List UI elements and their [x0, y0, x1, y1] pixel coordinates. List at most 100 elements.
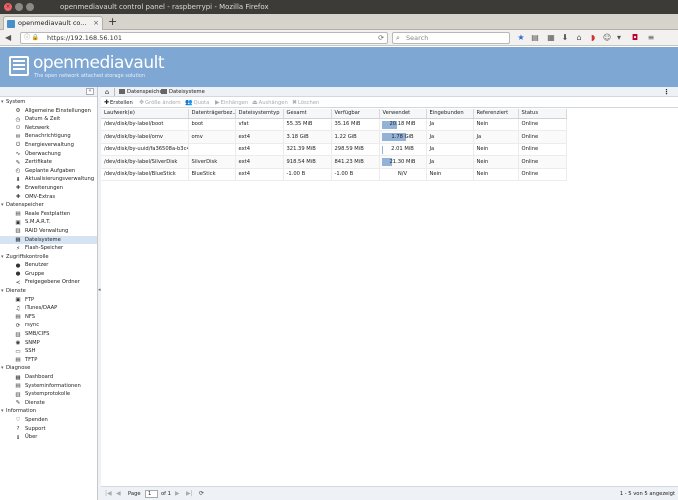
- download-icon[interactable]: ⬇: [560, 33, 570, 43]
- extension-icon[interactable]: ▾: [614, 33, 624, 43]
- column-header[interactable]: Eingebunden: [426, 109, 474, 119]
- sidebar-item-allgemeine-einstellungen[interactable]: ⚙ Allgemeine Einstellungen: [0, 107, 97, 116]
- sidebar-item-benutzer[interactable]: ● Benutzer: [0, 261, 97, 270]
- sidebar-section-information[interactable]: Information: [0, 407, 97, 416]
- sidebar-item-dashboard[interactable]: ▦ Dashboard: [0, 373, 97, 382]
- sidebar-section-datenspeicher[interactable]: Datenspeicher: [0, 201, 97, 210]
- resize-button[interactable]: ✥Größe ändern: [139, 97, 181, 109]
- search-input[interactable]: ⌕ Search: [392, 32, 510, 44]
- sidebar-item-smb-cifs[interactable]: ▥ SMB/CIFS: [0, 330, 97, 339]
- sidebar-item-icon: ▤: [15, 383, 21, 390]
- site-info-icon[interactable]: ⓘ 🔒: [24, 33, 39, 43]
- sidebar-item-benachrichtigung[interactable]: ✉ Benachrichtigung: [0, 132, 97, 141]
- sidebar-item-netzwerk[interactable]: ⚇ Netzwerk: [0, 124, 97, 133]
- sidebar-item-nfs[interactable]: ▤ NFS: [0, 313, 97, 322]
- last-page-icon[interactable]: ▶|: [186, 487, 193, 500]
- menu-hamburger-icon[interactable]: ≡: [646, 33, 656, 43]
- sidebar-item-tftp[interactable]: ▤ TFTP: [0, 356, 97, 365]
- sidebar-item-spenden[interactable]: ♡ Spenden: [0, 416, 97, 425]
- sidebar-item-itunes-daap[interactable]: ♫ iTunes/DAAP: [0, 304, 97, 313]
- page-input[interactable]: 1: [145, 490, 158, 498]
- next-page-icon[interactable]: ▶: [175, 487, 180, 500]
- create-button[interactable]: ✚Erstellen: [104, 97, 133, 109]
- sidebar-item-flash-speicher[interactable]: ⚡ Flash-Speicher: [0, 244, 97, 253]
- sidebar-item-geplante-aufgaben[interactable]: ◴ Geplante Aufgaben: [0, 167, 97, 176]
- sidebar-item-dienste[interactable]: ✎ Dienste: [0, 399, 97, 408]
- sidebar-item-berwachung[interactable]: ∿ Überwachung: [0, 150, 97, 159]
- table-row[interactable]: /dev/disk/by-label/omv omv ext4 3.18 GiB 1.2…: [101, 130, 567, 144]
- column-header[interactable]: Referenziert: [473, 109, 519, 119]
- sidebar-item-ftp[interactable]: ▣ FTP: [0, 296, 97, 305]
- browser-tab[interactable]: openmediavault co... ×: [3, 16, 103, 30]
- window-maximize-button[interactable]: [26, 3, 34, 11]
- home-icon[interactable]: ⌂: [105, 87, 109, 97]
- breadcrumb-separator: [114, 88, 115, 96]
- table-row[interactable]: /dev/disk/by-uuid/fa36508a-b3c4... ext4 32…: [101, 143, 567, 156]
- refresh-icon[interactable]: ⟳: [199, 487, 204, 500]
- addon-shield-icon[interactable]: ◘: [630, 33, 640, 43]
- used-value: 1.78 GiB: [391, 133, 414, 140]
- table-row[interactable]: /dev/disk/by-label/SilverDisk SilverDisk e…: [101, 155, 567, 169]
- home-icon[interactable]: ⌂: [574, 33, 584, 43]
- sidebar-item-ber[interactable]: ℹ Über: [0, 433, 97, 442]
- first-page-icon[interactable]: |◀: [105, 487, 112, 500]
- bookmark-star-icon[interactable]: ★: [516, 33, 526, 43]
- sidebar-item-snmp[interactable]: ◉ SNMP: [0, 339, 97, 348]
- reload-icon[interactable]: ⟳: [378, 33, 384, 43]
- window-minimize-button[interactable]: [15, 3, 23, 11]
- cell-mounted: Ja: [426, 143, 474, 156]
- sidebar-item-omv-extras[interactable]: ✚ OMV-Extras: [0, 193, 97, 202]
- tab-close-icon[interactable]: ×: [93, 17, 99, 30]
- collapse-sidebar-icon[interactable]: «: [86, 88, 94, 95]
- unmount-button[interactable]: ⏏Aushängen: [252, 97, 288, 109]
- sidebar-item-ssh[interactable]: ▭ SSH: [0, 347, 97, 356]
- column-header[interactable]: Verfügbar: [331, 109, 380, 119]
- window-close-button[interactable]: ×: [4, 3, 12, 11]
- sidebar-item-s-m-a-r-t[interactable]: ▣ S.M.A.R.T.: [0, 218, 97, 227]
- delete-button[interactable]: ✖Löschen: [292, 97, 319, 109]
- table-row[interactable]: /dev/disk/by-label/BlueStick BlueStick ext…: [101, 168, 567, 181]
- library-icon[interactable]: ▤: [530, 33, 540, 43]
- lock-icon[interactable]: ▦: [546, 33, 556, 43]
- plus-icon: ✚: [104, 99, 110, 106]
- column-header[interactable]: Dateisystemtyp: [235, 109, 284, 119]
- pocket-icon[interactable]: ◗: [588, 33, 598, 43]
- sidebar-item-reale-festplatten[interactable]: ▤ Reale Festplatten: [0, 210, 97, 219]
- sidebar-item-zertifikate[interactable]: ✎ Zertifikate: [0, 158, 97, 167]
- sidebar-item-support[interactable]: ? Support: [0, 425, 97, 434]
- quota-button[interactable]: 👥Quota: [185, 97, 209, 109]
- url-bar[interactable]: ⓘ 🔒 https://192.168.56.101 ⟳: [20, 32, 388, 44]
- mount-button[interactable]: ▶Einhängen: [215, 97, 248, 109]
- sidebar-item-rsync[interactable]: ⟳ rsync: [0, 321, 97, 330]
- prev-page-icon[interactable]: ◀: [116, 487, 121, 500]
- sidebar-item-aktualisierungsverwaltung[interactable]: ⬇ Aktualisierungsverwaltung: [0, 175, 97, 184]
- back-icon[interactable]: ◀: [5, 32, 11, 44]
- breadcrumb-datenspeicher[interactable]: Datenspeicher: [119, 87, 165, 97]
- sidebar-item-systeminformationen[interactable]: ▤ Systeminformationen: [0, 382, 97, 391]
- column-header[interactable]: Gesamt: [283, 109, 332, 119]
- sidebar-item-freigegebene-ordner[interactable]: ≺ Freigegebene Ordner: [0, 278, 97, 287]
- sidebar-item-icon: ⚇: [15, 125, 21, 132]
- table-row[interactable]: /dev/disk/by-label/boot boot vfat 55.35 MiB…: [101, 118, 567, 131]
- column-header[interactable]: Datenträgerbez...: [188, 109, 236, 119]
- sidebar-item-energieverwaltung[interactable]: ⏻ Energieverwaltung: [0, 141, 97, 150]
- more-options-icon[interactable]: ⋮: [663, 87, 670, 97]
- column-header[interactable]: Laufwerk(e): [101, 109, 189, 119]
- column-header[interactable]: Verwendet: [379, 109, 427, 119]
- sidebar-section-dienste[interactable]: Dienste: [0, 287, 97, 296]
- sidebar-item-raid-verwaltung[interactable]: ▥ RAID Verwaltung: [0, 227, 97, 236]
- sidebar-section-zugriffskontrolle[interactable]: Zugriffskontrolle: [0, 253, 97, 262]
- sync-icon[interactable]: ☺: [602, 33, 612, 43]
- sidebar-item-icon: ⟳: [15, 322, 21, 329]
- sidebar-item-datum-zeit[interactable]: ◷ Datum & Zeit: [0, 115, 97, 124]
- column-header[interactable]: Status: [518, 109, 567, 119]
- sidebar-item-erweiterungen[interactable]: ✚ Erweiterungen: [0, 184, 97, 193]
- cell-type: ext4: [235, 155, 284, 169]
- sidebar-item-dateisysteme[interactable]: ▦ Dateisysteme: [0, 235, 97, 245]
- new-tab-button[interactable]: +: [108, 15, 117, 29]
- sidebar-item-gruppe[interactable]: ● Gruppe: [0, 270, 97, 279]
- sidebar-section-diagnose[interactable]: Diagnose: [0, 364, 97, 373]
- sidebar-section-system[interactable]: System: [0, 98, 97, 107]
- breadcrumb-dateisysteme[interactable]: Dateisysteme: [161, 87, 205, 97]
- sidebar-item-systemprotokolle[interactable]: ▥ Systemprotokolle: [0, 390, 97, 399]
